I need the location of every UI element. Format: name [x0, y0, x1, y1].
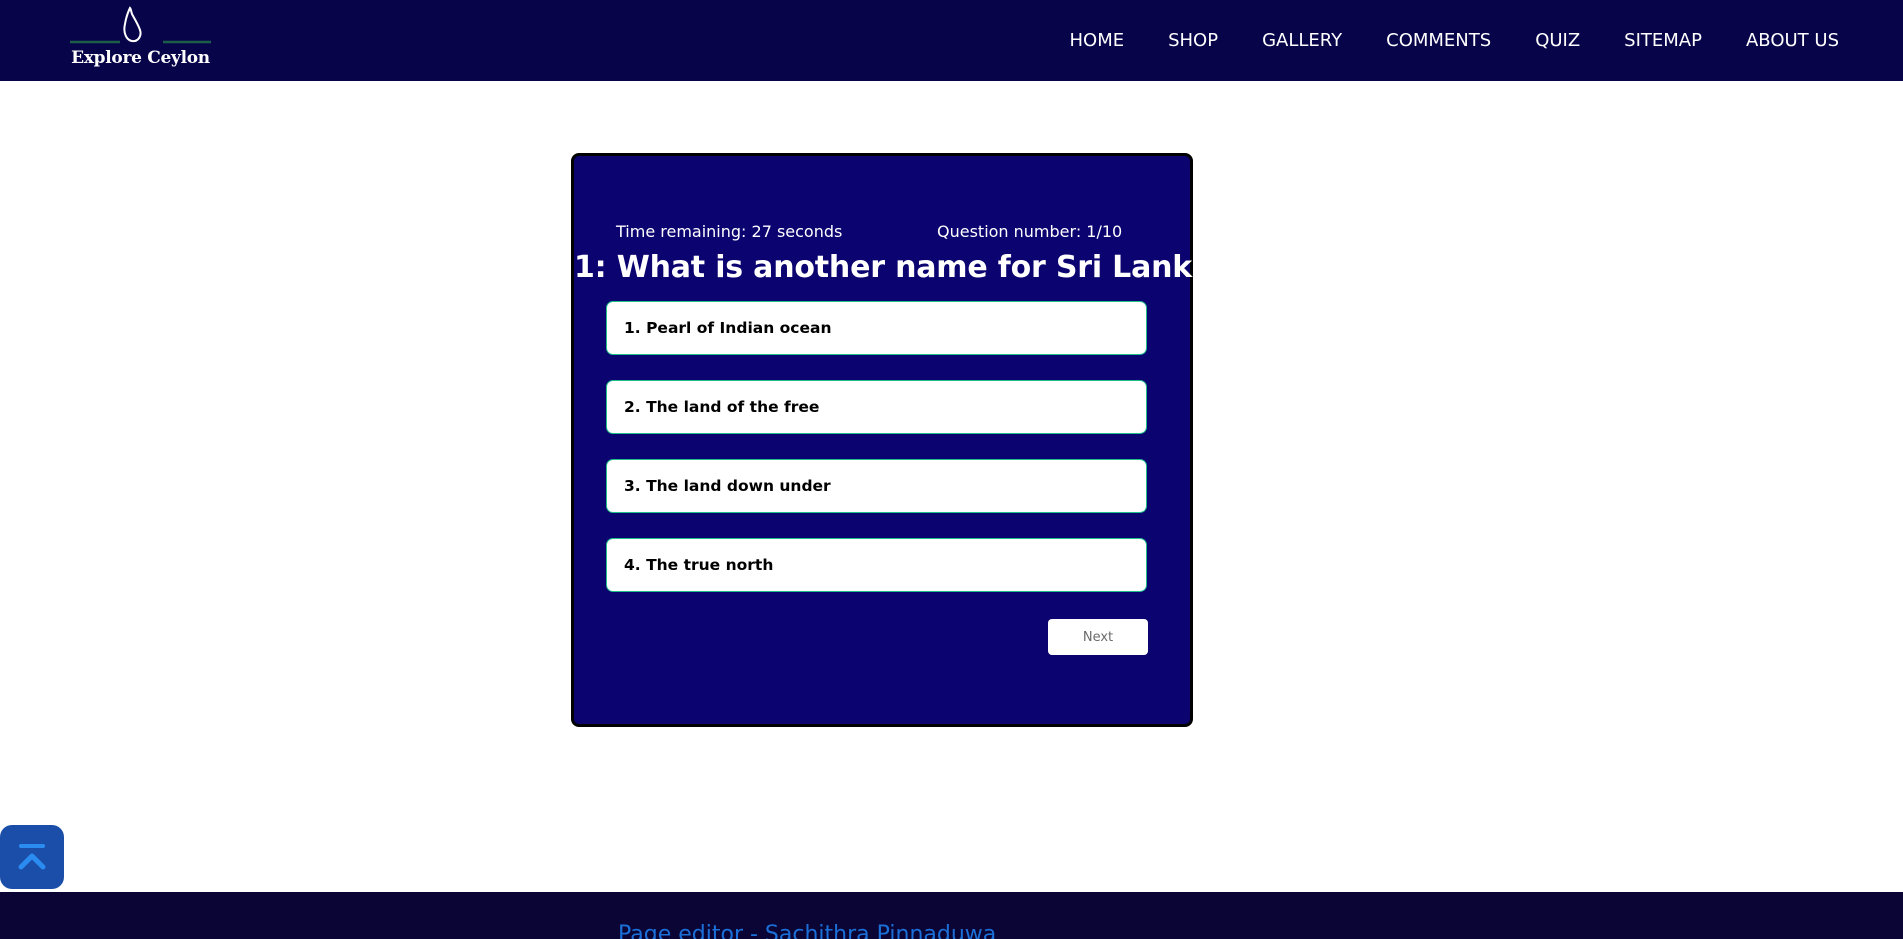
nav-link-sitemap[interactable]: SITEMAP	[1602, 30, 1724, 51]
top-navbar: Explore Ceylon HOME SHOP GALLERY COMMENT…	[0, 0, 1903, 81]
answer-option-3[interactable]: 3. The land down under	[606, 459, 1147, 513]
brand-name: Explore Ceylon	[71, 48, 210, 68]
question-number: Question number: 1/10	[937, 222, 1123, 241]
quiz-card: Time remaining: 27 seconds Question numb…	[571, 153, 1230, 727]
time-remaining: Time remaining: 27 seconds	[616, 222, 843, 241]
page-footer: Page editor - Sachithra Pinnaduwa	[0, 892, 1903, 939]
footer-editor-credit: Page editor - Sachithra Pinnaduwa	[618, 922, 997, 939]
next-button[interactable]: Next	[1048, 619, 1148, 655]
nav-link-gallery[interactable]: GALLERY	[1240, 30, 1364, 51]
back-to-top-button[interactable]	[0, 825, 64, 889]
nav-link-about-us[interactable]: ABOUT US	[1724, 30, 1861, 51]
nav-link-home[interactable]: HOME	[1047, 30, 1146, 51]
main-navigation: HOME SHOP GALLERY COMMENTS QUIZ SITEMAP …	[1047, 0, 1861, 81]
question-text: 1: What is another name for Sri Lanka?	[574, 250, 1230, 285]
site-logo[interactable]: Explore Ceylon	[68, 4, 213, 74]
answer-option-4[interactable]: 4. The true north	[606, 538, 1147, 592]
nav-link-quiz[interactable]: QUIZ	[1513, 30, 1602, 51]
nav-link-comments[interactable]: COMMENTS	[1364, 30, 1513, 51]
nav-link-shop[interactable]: SHOP	[1146, 30, 1240, 51]
chevron-up-icon	[18, 844, 46, 870]
answer-option-1[interactable]: 1. Pearl of Indian ocean	[606, 301, 1147, 355]
sri-lanka-map-icon	[70, 6, 211, 44]
answer-option-2[interactable]: 2. The land of the free	[606, 380, 1147, 434]
